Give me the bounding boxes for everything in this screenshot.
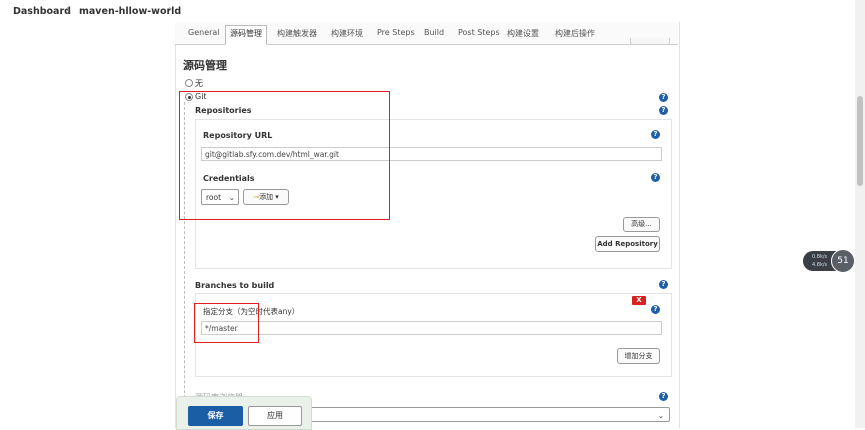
breadcrumb-separator: › xyxy=(168,4,172,15)
advanced-button[interactable]: 高级... xyxy=(623,217,660,232)
tab-source-code-management[interactable]: 源码管理 xyxy=(225,25,267,45)
scm-none-radio[interactable] xyxy=(185,79,193,87)
breadcrumb: Dashboard › maven-hllow-world › xyxy=(0,0,865,22)
branches-title: Branches to build xyxy=(195,281,275,290)
tab-general[interactable]: General xyxy=(188,28,220,37)
scrollbar-thumb[interactable] xyxy=(857,96,863,186)
delete-branch-button[interactable]: X xyxy=(632,296,646,305)
tab-build-settings[interactable]: 构建设置 xyxy=(507,28,539,39)
save-button[interactable]: 保存 xyxy=(188,406,243,426)
page-scrollbar[interactable] xyxy=(855,0,865,428)
git-help-icon[interactable]: ? xyxy=(659,93,668,102)
tab-pre-steps[interactable]: Pre Steps xyxy=(377,28,415,37)
chevron-down-icon: ⌄ xyxy=(657,411,664,420)
apply-button[interactable]: 应用 xyxy=(248,406,302,426)
repository-url-help-icon[interactable]: ? xyxy=(651,130,660,139)
branch-specifier-input[interactable]: */master xyxy=(201,321,662,335)
breadcrumb-project[interactable]: maven-hllow-world xyxy=(79,6,181,17)
repositories-help-icon[interactable]: ? xyxy=(659,106,668,115)
credentials-help-icon[interactable]: ? xyxy=(651,173,660,182)
left-margin xyxy=(0,22,175,428)
branches-help-icon[interactable]: ? xyxy=(659,280,668,289)
tab-post-build-actions[interactable]: 构建后操作 xyxy=(555,28,595,39)
breadcrumb-dashboard[interactable]: Dashboard xyxy=(13,6,71,17)
branch-specifier-help-icon[interactable]: ? xyxy=(651,305,660,314)
page-title: 源码管理 xyxy=(183,59,227,72)
highlight-branch-specifier xyxy=(194,303,259,343)
previous-section-button[interactable] xyxy=(630,38,670,45)
config-tabs: General 源码管理 构建触发器 构建环境 Pre Steps Build … xyxy=(175,22,678,45)
network-speed-widget[interactable]: 0.8k/s 4.8k/s 51 xyxy=(803,249,855,273)
add-repository-button[interactable]: Add Repository xyxy=(595,236,660,252)
repository-browser-help-icon[interactable]: ? xyxy=(659,392,668,401)
tab-build[interactable]: Build xyxy=(424,28,444,37)
add-branch-button[interactable]: 增加分支 xyxy=(617,348,660,364)
tab-build-triggers[interactable]: 构建触发器 xyxy=(277,28,317,39)
download-speed: 4.8k/s xyxy=(812,262,828,268)
breadcrumb-separator: › xyxy=(66,4,70,15)
tab-post-steps[interactable]: Post Steps xyxy=(458,28,500,37)
tab-build-environment[interactable]: 构建环境 xyxy=(331,28,363,39)
highlight-git-repository xyxy=(179,91,390,220)
scm-none-label: 无 xyxy=(195,79,203,88)
usage-percent: 51 xyxy=(831,249,855,273)
upload-speed: 0.8k/s xyxy=(812,254,828,260)
